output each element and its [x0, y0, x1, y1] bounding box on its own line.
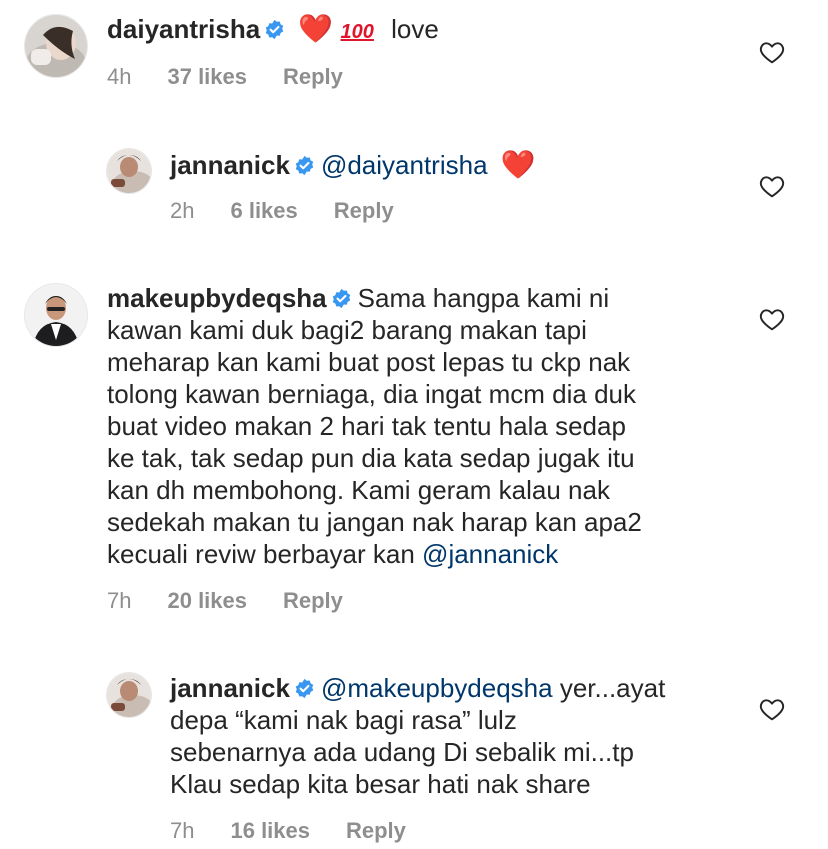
- hundred-points-emoji: 100: [340, 21, 374, 43]
- username[interactable]: daiyantrisha: [107, 14, 260, 44]
- avatar[interactable]: [107, 149, 151, 193]
- comment-text-line: meharap kan kami buat post lepas tu ckp …: [107, 347, 631, 377]
- mention-link[interactable]: @makeupbydeqsha: [321, 673, 553, 703]
- username[interactable]: jannanick: [170, 150, 290, 180]
- reply-button[interactable]: Reply: [346, 818, 406, 844]
- heart-emoji: ❤️: [500, 148, 536, 181]
- verified-badge-icon: [264, 19, 285, 40]
- avatar[interactable]: [107, 673, 151, 717]
- comment-time[interactable]: 2h: [170, 198, 194, 224]
- comment-text-line: kawan kami duk bagi2 barang makan tapi: [107, 315, 587, 345]
- avatar[interactable]: [25, 15, 87, 77]
- likes-count[interactable]: 37 likes: [167, 64, 247, 90]
- comment-makeupbydeqsha: makeupbydeqsha Sama hangpa kami ni kawan …: [0, 270, 828, 630]
- reply-button[interactable]: Reply: [283, 588, 343, 614]
- reply-button[interactable]: Reply: [334, 198, 394, 224]
- heart-outline-icon[interactable]: [759, 307, 785, 331]
- avatar[interactable]: [25, 284, 87, 346]
- comment-text-line: kan dh membohong. Kami geram kalau nak: [107, 475, 610, 505]
- comment-text-line: depa “kami nak bagi rasa” lulz: [170, 705, 517, 735]
- comment-text-line: kecuali reviw berbayar kan: [107, 539, 415, 569]
- comment-time[interactable]: 4h: [107, 64, 131, 90]
- comment-text-line: tolong kawan berniaga, dia ingat mcm dia…: [107, 379, 636, 409]
- heart-emoji: ❤️: [298, 12, 334, 45]
- username[interactable]: jannanick: [170, 673, 290, 703]
- comment-reply-jannanick-1: jannanick @daiyantrisha ❤️ 2h 6 likes Rep…: [0, 140, 828, 240]
- comment-time[interactable]: 7h: [107, 588, 131, 614]
- comment-text-line: sedekah makan tu jangan nak harap kan ap…: [107, 507, 642, 537]
- comment-text-line: yer...ayat: [559, 673, 666, 703]
- verified-badge-icon: [331, 288, 352, 309]
- comment-reply-jannanick-2: jannanick @makeupbydeqsha yer...ayat depa…: [0, 664, 828, 849]
- comment-time[interactable]: 7h: [170, 818, 194, 844]
- mention-link[interactable]: @daiyantrisha: [321, 150, 488, 180]
- comment-text-line: buat video makan 2 hari tak tentu hala s…: [107, 411, 626, 441]
- comment-daiyantrisha: daiyantrisha ❤️ 100 love 4h 37 likes Rep…: [0, 0, 828, 110]
- verified-badge-icon: [294, 678, 315, 699]
- comment-text: love: [391, 14, 439, 44]
- likes-count[interactable]: 6 likes: [230, 198, 297, 224]
- heart-outline-icon[interactable]: [759, 40, 785, 64]
- likes-count[interactable]: 20 likes: [167, 588, 247, 614]
- username[interactable]: makeupbydeqsha: [107, 283, 327, 313]
- comment-text-line: sebenarnya ada udang Di sebalik mi...tp: [170, 737, 634, 767]
- heart-outline-icon[interactable]: [759, 697, 785, 721]
- heart-outline-icon[interactable]: [759, 174, 785, 198]
- reply-button[interactable]: Reply: [283, 64, 343, 90]
- likes-count[interactable]: 16 likes: [230, 818, 310, 844]
- mention-link[interactable]: @jannanick: [422, 539, 558, 569]
- comment-text-line: ke tak, tak sedap pun dia kata sedap jug…: [107, 443, 635, 473]
- comment-text-line: Sama hangpa kami ni: [357, 283, 610, 313]
- verified-badge-icon: [294, 155, 315, 176]
- comment-text-line: Klau sedap kita besar hati nak share: [170, 769, 591, 799]
